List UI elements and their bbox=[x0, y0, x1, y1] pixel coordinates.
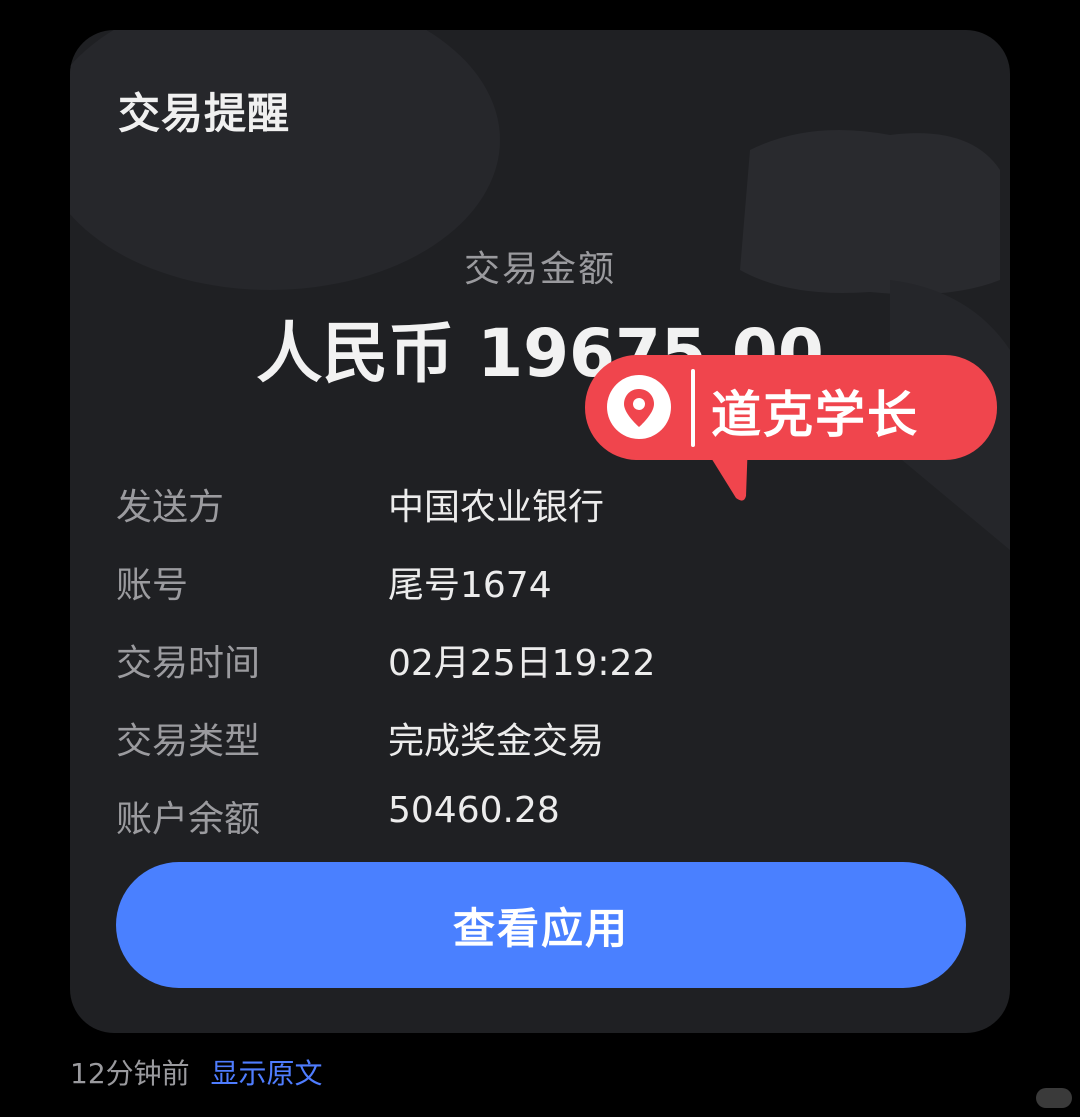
detail-row-balance: 账户余额 50460.28 bbox=[116, 790, 966, 868]
notification-card: 交易提醒 交易金额 人民币 19675.00 发送方 中国农业银行 账号 尾号1… bbox=[70, 30, 1010, 1033]
detail-value: 02月25日19:22 bbox=[388, 643, 656, 684]
footer: 12分钟前 显示原文 bbox=[70, 1052, 323, 1092]
card-title: 交易提醒 bbox=[118, 89, 291, 138]
detail-row-time: 交易时间 02月25日19:22 bbox=[116, 634, 966, 712]
view-app-button[interactable]: 查看应用 bbox=[116, 862, 966, 988]
notification-time: 12分钟前 bbox=[70, 1057, 190, 1090]
amount-label: 交易金额 bbox=[463, 249, 616, 290]
detail-key: 发送方 bbox=[116, 487, 225, 528]
detail-key: 账户余额 bbox=[116, 799, 261, 840]
show-original-link[interactable]: 显示原文 bbox=[211, 1057, 323, 1090]
location-pin-icon bbox=[607, 375, 671, 439]
detail-key: 账号 bbox=[116, 565, 189, 606]
detail-key: 交易类型 bbox=[116, 721, 261, 762]
detail-value: 尾号1674 bbox=[388, 565, 552, 606]
detail-value: 中国农业银行 bbox=[388, 487, 605, 528]
detail-value: 完成奖金交易 bbox=[388, 721, 605, 762]
location-tag: 道克学长 bbox=[585, 355, 997, 460]
detail-row-sender: 发送方 中国农业银行 bbox=[116, 478, 966, 556]
detail-row-type: 交易类型 完成奖金交易 bbox=[116, 712, 966, 790]
location-tag-text: 道克学长 bbox=[711, 386, 919, 444]
detail-list: 发送方 中国农业银行 账号 尾号1674 交易时间 02月25日19:22 交易… bbox=[116, 478, 966, 868]
detail-value: 50460.28 bbox=[388, 790, 560, 831]
detail-key: 交易时间 bbox=[116, 643, 261, 684]
watermark-badge bbox=[1036, 1088, 1072, 1108]
detail-row-account: 账号 尾号1674 bbox=[116, 556, 966, 634]
location-tag-divider bbox=[691, 369, 695, 447]
